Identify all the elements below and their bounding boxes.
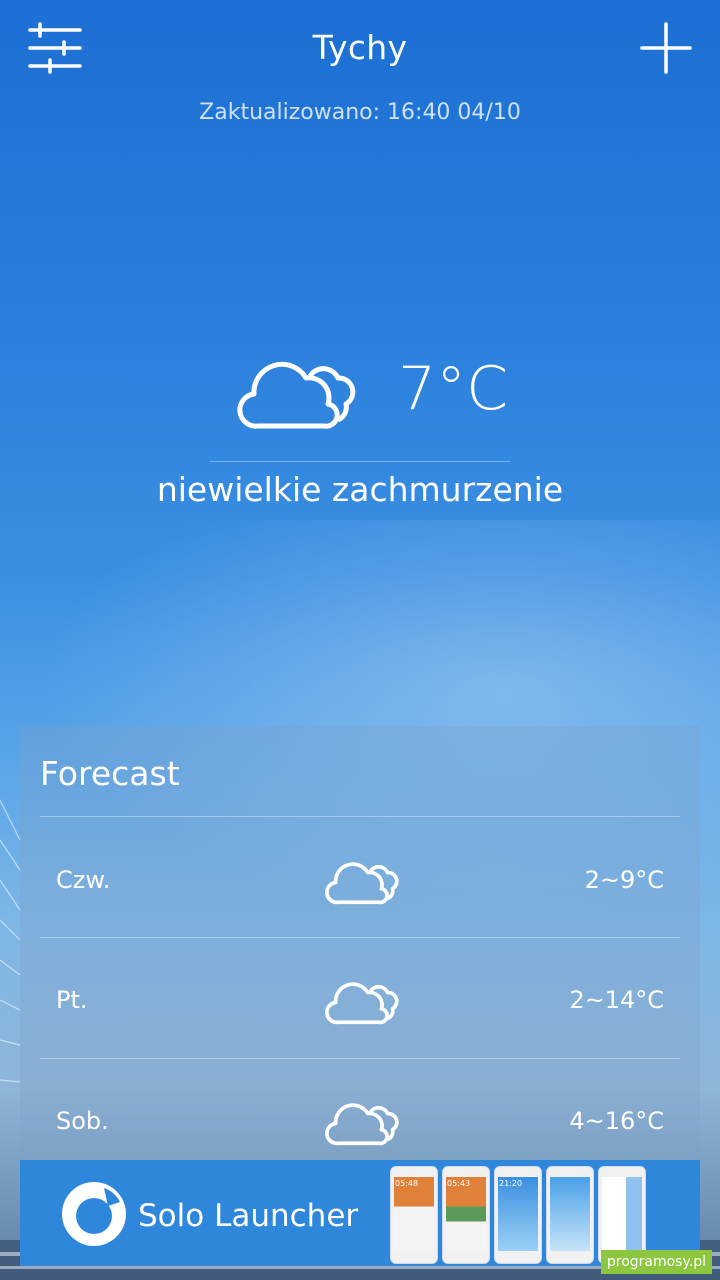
divider: [210, 461, 510, 462]
forecast-day: Pt.: [56, 986, 88, 1014]
plus-icon[interactable]: [640, 22, 692, 74]
clouds-icon: [325, 862, 399, 905]
city-title: Tychy: [312, 28, 408, 67]
solo-launcher-logo-icon: [62, 1182, 126, 1246]
weather-condition: niewielkie zachmurzenie: [156, 470, 564, 509]
forecast-panel: Forecast Czw. 2~9°C Pt. 2~14°C Sob. 4~16…: [20, 726, 700, 1176]
ad-banner[interactable]: Solo Launcher 05:48 05:43 21:20: [20, 1160, 700, 1266]
divider: [40, 816, 680, 817]
ad-phone-clock: 21:20: [499, 1179, 523, 1188]
clouds-icon: [325, 982, 399, 1025]
watermark: programosy.pl: [600, 1250, 712, 1274]
current-temperature: 7°C: [398, 354, 509, 424]
last-updated: Zaktualizowano: 16:40 04/10: [199, 100, 521, 125]
forecast-row: Pt. 2~14°C: [20, 940, 700, 1060]
current-weather: 7°C: [0, 340, 720, 460]
ad-phone-screenshot: 05:48: [390, 1166, 438, 1264]
ad-phone-screenshot: [546, 1166, 594, 1264]
forecast-day: Sob.: [56, 1107, 109, 1135]
forecast-title: Forecast: [40, 754, 180, 793]
divider: [40, 937, 680, 938]
forecast-row: Czw. 2~9°C: [20, 820, 700, 940]
clouds-icon: [237, 361, 356, 429]
ad-title: Solo Launcher: [138, 1198, 359, 1234]
ad-phone-screenshot: 21:20: [494, 1166, 542, 1264]
clouds-icon: [325, 1103, 399, 1146]
divider: [40, 1058, 680, 1059]
top-bar: Tychy Zaktualizowano: 16:40 04/10: [0, 0, 720, 125]
forecast-temperature-range: 4~16°C: [569, 1107, 664, 1135]
ad-phone-screenshot: 05:43: [442, 1166, 490, 1264]
forecast-day: Czw.: [56, 866, 111, 894]
forecast-temperature-range: 2~14°C: [569, 986, 664, 1014]
ad-phone-clock: 05:48: [395, 1179, 419, 1188]
forecast-temperature-range: 2~9°C: [584, 866, 664, 894]
ad-phone-clock: 05:43: [447, 1179, 471, 1188]
